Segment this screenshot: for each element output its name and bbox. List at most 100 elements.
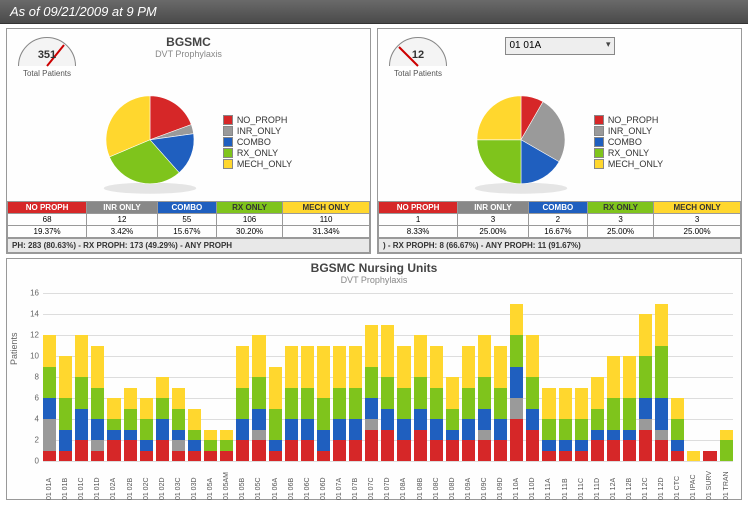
bar: 01 11B bbox=[559, 293, 572, 461]
legend-label: MECH_ONLY bbox=[237, 159, 292, 169]
bar: 01 07C bbox=[365, 293, 378, 461]
y-axis-label: Patients bbox=[9, 332, 19, 365]
bar-segment bbox=[575, 419, 588, 440]
bar-segment bbox=[365, 398, 378, 419]
bar: 01 01C bbox=[75, 293, 88, 461]
table-cell: 25.00% bbox=[588, 226, 654, 238]
table-header: RX ONLY bbox=[588, 202, 654, 214]
bar-segment bbox=[671, 398, 684, 419]
bar-segment bbox=[671, 451, 684, 462]
x-tick: 01 IPAC bbox=[690, 487, 697, 500]
bar-segment bbox=[140, 440, 153, 451]
bar-segment bbox=[301, 346, 314, 388]
bar: 01 12D bbox=[655, 293, 668, 461]
bar-segment bbox=[172, 440, 185, 451]
bar-segment bbox=[252, 409, 265, 430]
x-tick: 01 05B bbox=[239, 487, 246, 500]
bar: 01 05C bbox=[252, 293, 265, 461]
bar-segment bbox=[156, 440, 169, 461]
x-tick: 01 TRAN bbox=[723, 487, 730, 500]
bar-segment bbox=[526, 335, 539, 377]
bar: 01 03C bbox=[172, 293, 185, 461]
bar-segment bbox=[301, 419, 314, 440]
bar-segment bbox=[462, 388, 475, 420]
svg-text:351: 351 bbox=[38, 49, 56, 61]
bar-segment bbox=[333, 419, 346, 440]
pie-right bbox=[456, 87, 586, 197]
bar-segment bbox=[107, 430, 120, 441]
table-cell: 2 bbox=[528, 214, 587, 226]
bar-segment bbox=[607, 398, 620, 430]
bar-segment bbox=[542, 419, 555, 440]
bar-segment bbox=[655, 346, 668, 399]
table-cell: 68 bbox=[8, 214, 87, 226]
bar-segment bbox=[478, 430, 491, 441]
bar-segment bbox=[381, 325, 394, 378]
legend-label: COMBO bbox=[237, 137, 271, 147]
bar-segment bbox=[269, 367, 282, 409]
bar-segment bbox=[414, 335, 427, 377]
table-cell: 25.00% bbox=[458, 226, 529, 238]
x-tick: 01 08D bbox=[449, 487, 456, 500]
bar: 01 05A bbox=[204, 293, 217, 461]
bar-segment bbox=[333, 346, 346, 388]
table-cell: 25.00% bbox=[654, 226, 741, 238]
table-cell: 31.34% bbox=[283, 226, 370, 238]
table-header: INR ONLY bbox=[458, 202, 529, 214]
legend-label: MECH_ONLY bbox=[608, 159, 663, 169]
bar-segment bbox=[462, 419, 475, 440]
legend-swatch bbox=[223, 115, 233, 125]
x-tick: 01 12D bbox=[658, 487, 665, 500]
bar: 01 11D bbox=[591, 293, 604, 461]
bar-segment bbox=[494, 346, 507, 388]
bar-segment bbox=[140, 451, 153, 462]
x-tick: 01 03D bbox=[191, 487, 198, 500]
bar: 01 06C bbox=[301, 293, 314, 461]
bar-segment bbox=[381, 430, 394, 462]
bar-segment bbox=[75, 409, 88, 441]
bar-segment bbox=[446, 430, 459, 441]
bar-segment bbox=[639, 419, 652, 430]
x-tick: 01 12B bbox=[626, 487, 633, 500]
bar: 01 10D bbox=[526, 293, 539, 461]
bar-segment bbox=[542, 451, 555, 462]
bar: 01 07A bbox=[333, 293, 346, 461]
bar-segment bbox=[575, 388, 588, 420]
bar-segment bbox=[236, 346, 249, 388]
x-tick: 01 09A bbox=[465, 487, 472, 500]
gauge-left: 351 Total Patients bbox=[11, 33, 83, 81]
bar-segment bbox=[236, 440, 249, 461]
bar-segment bbox=[478, 335, 491, 377]
bar-segment bbox=[575, 451, 588, 462]
bar-segment bbox=[349, 388, 362, 420]
bar-segment bbox=[591, 409, 604, 430]
bar-segment bbox=[397, 388, 410, 420]
panel-right: 12 Total Patients 01 01A NO_PROPHINR_ONL… bbox=[377, 28, 742, 254]
x-tick: 01 02C bbox=[143, 487, 150, 500]
bar: 01 08D bbox=[446, 293, 459, 461]
bar-segment bbox=[510, 398, 523, 419]
table-header: RX ONLY bbox=[217, 202, 283, 214]
bar: 01 02C bbox=[140, 293, 153, 461]
y-tick: 8 bbox=[35, 373, 39, 382]
bar: 01 TRAN bbox=[720, 293, 733, 461]
left-title: BGSMC bbox=[83, 35, 294, 49]
y-tick: 0 bbox=[35, 457, 39, 466]
y-tick: 14 bbox=[30, 310, 39, 319]
bar-segment bbox=[510, 335, 523, 367]
bar-segment bbox=[607, 440, 620, 461]
bar-segment bbox=[107, 398, 120, 419]
bar: 01 09C bbox=[478, 293, 491, 461]
bar-segment bbox=[333, 388, 346, 420]
bar-segment bbox=[91, 451, 104, 462]
bar-segment bbox=[397, 419, 410, 440]
bar: 01 11C bbox=[575, 293, 588, 461]
bar-segment bbox=[188, 430, 201, 441]
bar-segment bbox=[655, 440, 668, 461]
legend-item: NO_PROPH bbox=[223, 115, 292, 125]
unit-dropdown[interactable]: 01 01A bbox=[505, 37, 615, 55]
legend-item: INR_ONLY bbox=[223, 126, 292, 136]
x-tick: 01 08C bbox=[433, 487, 440, 500]
table-cell: 12 bbox=[87, 214, 158, 226]
x-tick: 01 08A bbox=[400, 487, 407, 500]
